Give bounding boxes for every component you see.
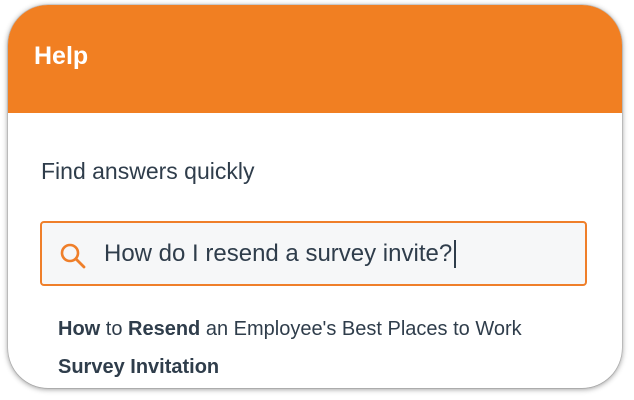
text-cursor (454, 239, 456, 268)
header-title: Help (34, 42, 89, 70)
result-text: an Employee's Best Places to Work (200, 318, 522, 340)
result-text: to (100, 318, 129, 340)
result-highlight-text: Survey Invitation (58, 356, 220, 378)
help-header: Help (8, 5, 622, 113)
result-highlight-text: How (58, 318, 101, 340)
search-input[interactable]: How do I resend a survey invite? (104, 223, 574, 284)
search-input-value: How do I resend a survey invite? (104, 240, 453, 267)
search-result-link[interactable]: How to Resend an Employee's Best Places … (58, 310, 578, 386)
search-icon (60, 243, 86, 269)
help-panel: Help Find answers quickly How do I resen… (8, 5, 622, 388)
search-box[interactable]: How do I resend a survey invite? (40, 221, 587, 286)
result-highlight-text: Resend (128, 318, 201, 340)
find-answers-heading: Find answers quickly (41, 158, 255, 184)
